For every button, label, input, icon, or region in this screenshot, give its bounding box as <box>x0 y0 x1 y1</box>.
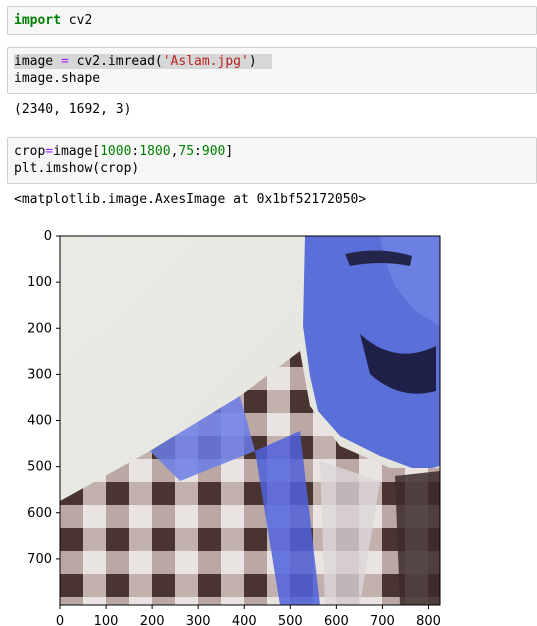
filename-string: 'Aslam.jpg' <box>162 54 249 69</box>
var-image: image <box>14 54 54 69</box>
var-crop: crop <box>14 144 46 159</box>
assign-op: = <box>53 54 77 69</box>
imshow-line: plt.imshow(crop) <box>14 161 140 176</box>
code-cell-crop[interactable]: crop=image[1000:1800,75:900] plt.imshow(… <box>7 137 537 184</box>
import-module: cv2 <box>60 13 93 28</box>
y-tick-label: 600 <box>27 506 52 521</box>
x-tick-label: 100 <box>94 614 119 626</box>
y-tick-label: 700 <box>27 552 52 567</box>
imread-line-highlight: image = cv2.imread('Aslam.jpg') <box>14 54 273 69</box>
slice-n1: 1000 <box>100 144 132 159</box>
code-cell-imread[interactable]: image = cv2.imread('Aslam.jpg') image.sh… <box>7 47 537 94</box>
keyword-import: import <box>14 13 61 28</box>
shape-line: image.shape <box>14 71 101 86</box>
imread-call: cv2.imread( <box>76 54 163 69</box>
slice-base: image[ <box>53 144 101 159</box>
x-tick-label: 0 <box>56 614 64 626</box>
y-tick-label: 300 <box>27 367 52 382</box>
y-tick-label: 400 <box>27 414 52 429</box>
slice-colon2: : <box>194 144 202 159</box>
y-tick-label: 200 <box>27 321 52 336</box>
cropped-photo <box>60 236 440 605</box>
imshow-plot: 0 100 200 300 400 500 600 700 0 100 200 300 400 500 6… <box>27 229 441 626</box>
x-axis: 0 100 200 300 400 500 600 700 800 <box>56 605 441 626</box>
slice-n4: 900 <box>201 144 226 159</box>
crop-assign-op: = <box>45 144 54 159</box>
y-axis: 0 100 200 300 400 500 600 700 <box>27 229 60 567</box>
x-tick-label: 600 <box>324 614 349 626</box>
code-cell-import[interactable]: import cv2 <box>7 6 537 35</box>
x-tick-label: 200 <box>140 614 165 626</box>
x-tick-label: 500 <box>278 614 303 626</box>
y-tick-label: 500 <box>27 460 52 475</box>
y-tick-label: 0 <box>44 229 52 244</box>
slice-close: ] <box>225 144 234 159</box>
y-tick-label: 100 <box>27 275 52 290</box>
x-tick-label: 400 <box>232 614 257 626</box>
imread-close: ) <box>248 54 257 69</box>
slice-n2: 1800 <box>139 144 171 159</box>
x-tick-label: 700 <box>370 614 395 626</box>
slice-n3: 75 <box>178 144 195 159</box>
output-shape: (2340, 1692, 3) <box>14 102 132 117</box>
x-tick-label: 800 <box>416 614 441 626</box>
x-tick-label: 300 <box>186 614 211 626</box>
